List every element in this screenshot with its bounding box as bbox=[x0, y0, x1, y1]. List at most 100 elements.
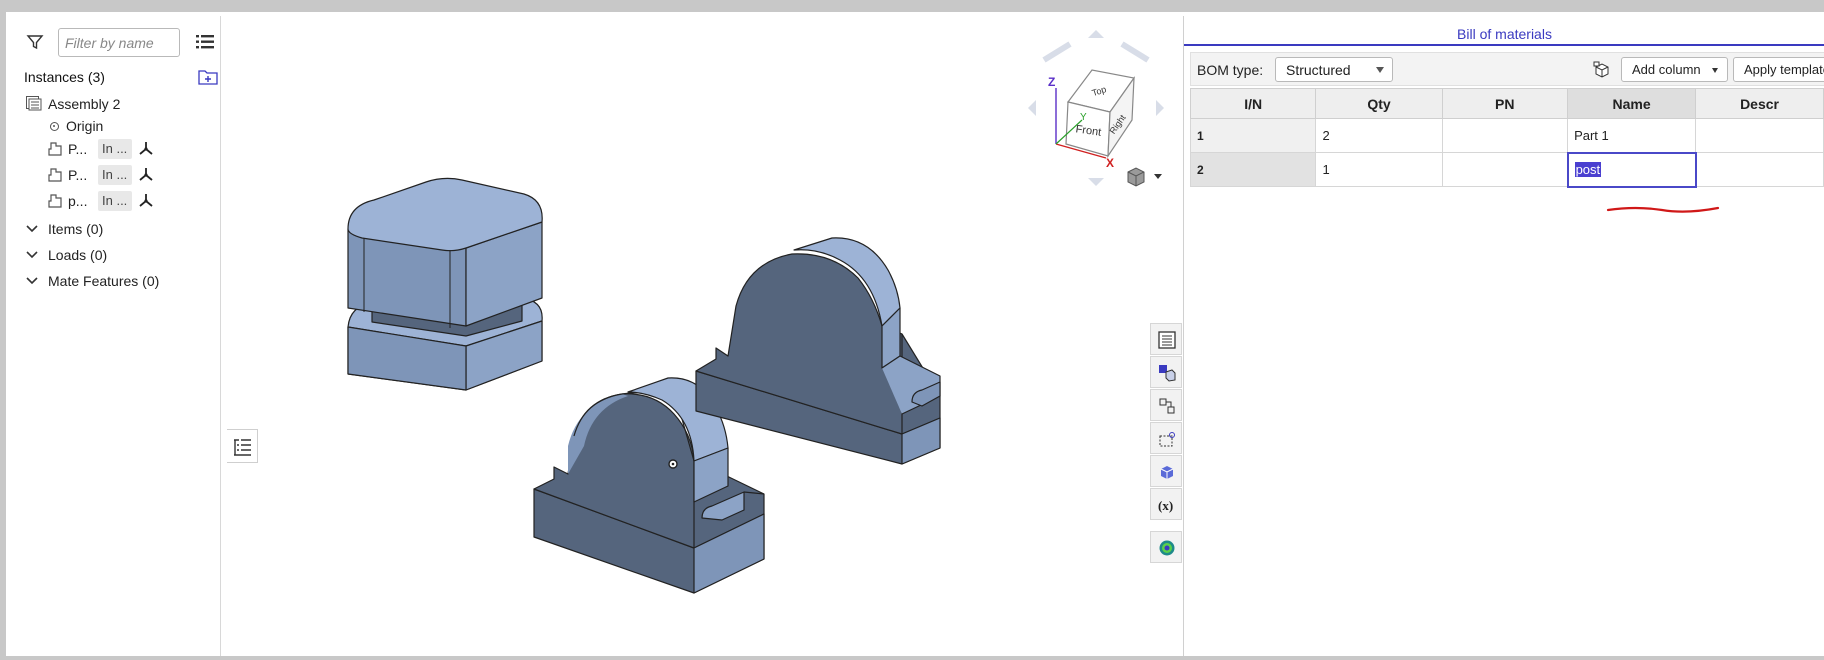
chevron-down-icon bbox=[26, 225, 38, 233]
svg-text:(x): (x) bbox=[1158, 498, 1173, 513]
variables-button[interactable]: (x) bbox=[1150, 488, 1182, 520]
section-items[interactable]: Items (0) bbox=[22, 218, 218, 240]
bom-panel: Bill of materials BOM type: Structured A… bbox=[1183, 16, 1824, 656]
instance-list-button[interactable] bbox=[1150, 389, 1182, 421]
column-header-description[interactable]: Descr bbox=[1695, 88, 1824, 119]
section-loads[interactable]: Loads (0) bbox=[22, 244, 218, 266]
apply-template-label: Apply template bbox=[1744, 62, 1824, 77]
instances-icon bbox=[1159, 398, 1175, 414]
bom-type-value: Structured bbox=[1286, 62, 1351, 78]
cell-description[interactable] bbox=[1695, 152, 1824, 187]
simulation-button[interactable] bbox=[1150, 531, 1182, 563]
bom-toolbar-button[interactable] bbox=[1150, 323, 1182, 355]
appearance-button[interactable] bbox=[1150, 455, 1182, 487]
cell-qty[interactable]: 2 bbox=[1315, 118, 1443, 153]
app-window: Instances (3) Assembly 2 Origin P... In … bbox=[6, 12, 1824, 656]
cell-in[interactable]: 1 bbox=[1189, 118, 1317, 153]
section-label: Loads (0) bbox=[48, 247, 108, 263]
cell-name-edit-text[interactable]: post bbox=[1574, 162, 1602, 177]
part-instance-icon bbox=[48, 142, 62, 156]
selection-box-icon bbox=[1159, 432, 1175, 447]
part-instance-icon bbox=[48, 168, 62, 182]
appearance-icon bbox=[1160, 466, 1174, 479]
cell-qty[interactable]: 1 bbox=[1315, 152, 1443, 187]
bill-of-materials-icon bbox=[1158, 331, 1176, 349]
collapse-panel-tab[interactable] bbox=[227, 429, 258, 463]
chevron-down-icon bbox=[26, 251, 38, 259]
bom-parts-icon[interactable] bbox=[1593, 61, 1611, 79]
configurations-button[interactable] bbox=[1150, 356, 1182, 388]
mate-status-tag: In ... bbox=[98, 165, 132, 185]
bom-row[interactable]: 1 2 Part 1 bbox=[1189, 118, 1824, 153]
cell-description[interactable] bbox=[1695, 118, 1824, 153]
section-label: Items (0) bbox=[48, 221, 104, 237]
mate-connector-icon[interactable] bbox=[138, 140, 154, 156]
tree-item-instance[interactable]: P... In ... bbox=[22, 137, 218, 159]
tree-item-label: P... bbox=[68, 141, 88, 157]
cell-in[interactable]: 2 bbox=[1189, 152, 1317, 187]
tree-item-instance[interactable]: P... In ... bbox=[22, 163, 218, 185]
view-mode-dropdown[interactable] bbox=[1127, 167, 1162, 187]
cell-name[interactable]: Part 1 bbox=[1567, 118, 1697, 153]
right-toolbar: (x) bbox=[1150, 323, 1182, 564]
column-header-qty[interactable]: Qty bbox=[1315, 88, 1443, 119]
tree-item-instance[interactable]: p... In ... bbox=[22, 189, 218, 211]
variable-function-icon: (x) bbox=[1158, 498, 1173, 513]
arrow-up-icon[interactable] bbox=[1088, 30, 1104, 38]
model-part-bushing[interactable] bbox=[347, 177, 543, 391]
instances-header: Instances (3) bbox=[22, 66, 218, 88]
arrow-right-icon[interactable] bbox=[1156, 100, 1164, 116]
cell-name-editing[interactable]: post bbox=[1566, 151, 1697, 188]
filter-icon[interactable] bbox=[26, 33, 44, 51]
tree-item-origin[interactable]: Origin bbox=[22, 114, 218, 136]
bom-type-select[interactable]: Structured bbox=[1275, 57, 1393, 82]
section-mate-features[interactable]: Mate Features (0) bbox=[22, 270, 218, 292]
tree-item-assembly[interactable]: Assembly 2 bbox=[22, 92, 218, 114]
list-view-icon[interactable] bbox=[196, 34, 214, 50]
add-folder-icon[interactable] bbox=[198, 69, 218, 85]
tree-item-label: Assembly 2 bbox=[48, 96, 121, 112]
arrow-left-icon[interactable] bbox=[1028, 100, 1036, 116]
bom-header-row: I/N Qty PN Name Descr bbox=[1189, 88, 1824, 119]
bom-row[interactable]: 2 1 post bbox=[1189, 151, 1824, 188]
caret-down-icon bbox=[1712, 68, 1718, 73]
column-header-pn[interactable]: PN bbox=[1441, 88, 1569, 119]
column-header-in[interactable]: I/N bbox=[1189, 88, 1317, 119]
part-instance-icon bbox=[48, 194, 62, 208]
red-annotation-underline bbox=[1606, 206, 1720, 213]
arrow-down-icon[interactable] bbox=[1088, 178, 1104, 186]
rotate-arc-icon[interactable] bbox=[1042, 41, 1150, 63]
tree-item-label: P... bbox=[68, 167, 88, 183]
mate-status-tag: In ... bbox=[98, 139, 132, 159]
axis-z-label: Z bbox=[1048, 75, 1055, 89]
section-label: Mate Features (0) bbox=[48, 273, 160, 289]
cell-pn[interactable] bbox=[1441, 118, 1569, 153]
filter-row bbox=[22, 28, 222, 58]
filter-input[interactable] bbox=[58, 28, 180, 57]
mate-connector-icon[interactable] bbox=[138, 166, 154, 182]
graphics-viewport[interactable]: Top Front Right Z X Y bbox=[222, 16, 1182, 656]
instances-label: Instances (3) bbox=[24, 69, 105, 85]
selection-box-button[interactable] bbox=[1150, 422, 1182, 454]
dropdown-arrow-icon bbox=[1376, 67, 1384, 73]
model-part-post-back[interactable] bbox=[695, 237, 941, 465]
mate-status-tag: In ... bbox=[98, 191, 132, 211]
column-header-name[interactable]: Name bbox=[1567, 88, 1697, 119]
tree-item-label: p... bbox=[68, 193, 88, 209]
assembly-icon bbox=[26, 96, 42, 111]
bom-type-label: BOM type: bbox=[1197, 62, 1264, 78]
simulation-icon bbox=[1159, 540, 1175, 556]
view-cube[interactable]: Top Front Right Z X Y bbox=[1028, 30, 1164, 186]
configuration-table-icon bbox=[1159, 365, 1176, 382]
add-column-label: Add column bbox=[1632, 62, 1701, 77]
add-column-button[interactable]: Add column bbox=[1621, 57, 1728, 82]
axis-x-label: X bbox=[1106, 156, 1114, 170]
mate-connector-icon[interactable] bbox=[138, 192, 154, 208]
cell-pn[interactable] bbox=[1441, 152, 1569, 187]
bom-toolbar: BOM type: Structured Add column Apply te… bbox=[1190, 52, 1824, 86]
bom-table: I/N Qty PN Name Descr 1 2 Part 1 2 1 pos… bbox=[1189, 88, 1824, 188]
tree-list-icon bbox=[234, 439, 251, 456]
chevron-down-icon bbox=[26, 277, 38, 285]
apply-template-button[interactable]: Apply template bbox=[1733, 57, 1824, 82]
axis-y-label: Y bbox=[1080, 112, 1087, 123]
